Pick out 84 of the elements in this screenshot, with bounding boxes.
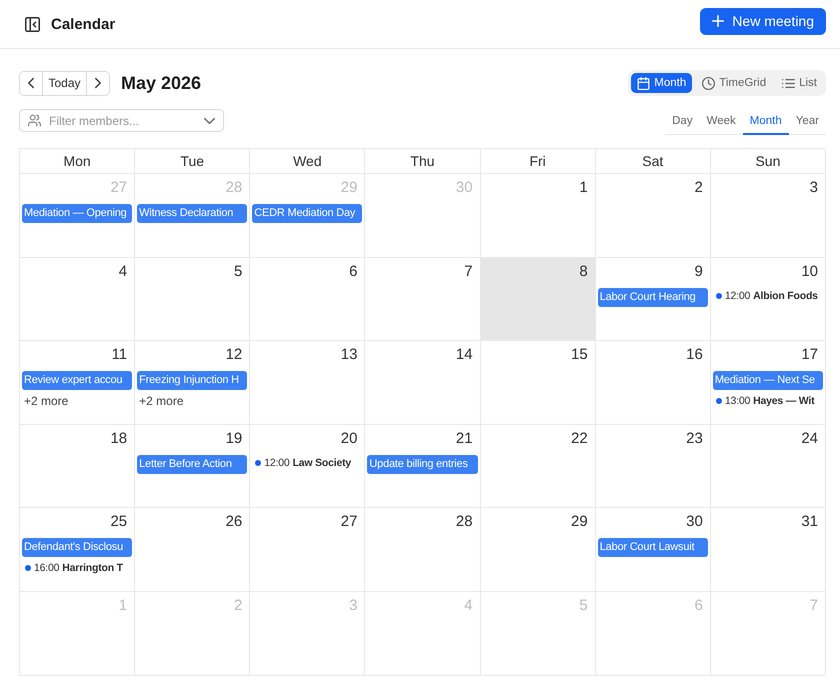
dot-icon: [25, 565, 31, 572]
day-number: 28: [226, 178, 242, 198]
day-number: 22: [571, 428, 588, 449]
today-button[interactable]: Today: [42, 72, 87, 94]
event-item[interactable]: 12:00 Albion Foods: [712, 288, 818, 304]
day-number: 30: [456, 178, 473, 198]
day-number: 2: [234, 596, 242, 616]
event-bar[interactable]: Update billing entries: [367, 454, 478, 474]
day-number: 20: [340, 428, 358, 449]
calendar-icon: [637, 76, 650, 90]
event-bar[interactable]: Mediation — Next Se: [712, 371, 823, 390]
view-tab[interactable]: Week: [700, 109, 743, 135]
day-number: 11: [112, 345, 128, 366]
dot-icon: [716, 292, 722, 299]
day-number: 7: [464, 262, 473, 282]
day-number: 17: [801, 345, 818, 366]
day-number: 4: [464, 596, 473, 616]
chevron-down-icon: [204, 117, 215, 125]
day-number: 12: [226, 345, 242, 366]
day-number: 19: [226, 428, 242, 449]
event-bar[interactable]: Witness Declaration: [137, 204, 248, 223]
day-number: 1: [118, 596, 128, 616]
day-number: 16: [686, 345, 703, 366]
view-tab[interactable]: Month: [742, 109, 789, 135]
day-number: 7: [810, 596, 818, 616]
day-number: 8: [579, 262, 588, 282]
event-bar[interactable]: Defendant's Disclosu: [22, 538, 132, 558]
chevron-left-icon: [27, 77, 35, 89]
day-number: 15: [571, 345, 588, 366]
day-number: 21: [456, 428, 473, 449]
event-item[interactable]: 12:00 Law Society: [252, 454, 352, 471]
day-number: 26: [226, 512, 242, 532]
view-option[interactable]: Month: [631, 73, 692, 93]
view-option[interactable]: TimeGrid: [696, 73, 772, 93]
sidebar-toggle-icon[interactable]: [25, 16, 40, 32]
day-number: 23: [686, 428, 703, 449]
event-bar[interactable]: Letter Before Action: [137, 454, 248, 474]
day-number: 27: [340, 512, 358, 532]
day-number: 4: [118, 262, 128, 282]
day-number: 24: [801, 428, 818, 449]
plus-icon: [712, 15, 724, 27]
event-item[interactable]: 16:00 Harrington T: [22, 560, 123, 576]
day-number: 5: [234, 262, 242, 282]
event-bar[interactable]: Labor Court Lawsuit: [598, 538, 708, 558]
day-number: 18: [110, 428, 128, 449]
dot-icon: [716, 398, 722, 404]
day-number: 28: [456, 512, 473, 532]
day-number: 3: [810, 178, 818, 198]
day-number: 31: [801, 512, 818, 532]
day-number: 6: [349, 262, 358, 282]
member-filter-field[interactable]: Filter members...: [19, 109, 224, 132]
event-bar[interactable]: Review expert accou: [22, 371, 132, 390]
view-tab[interactable]: Day: [665, 109, 700, 135]
chevron-right-icon: [94, 77, 102, 89]
day-number: 29: [571, 512, 588, 532]
day-number: 3: [349, 596, 358, 616]
day-number: 29: [340, 178, 358, 198]
list-icon: [782, 76, 796, 90]
day-number: 1: [579, 178, 588, 198]
day-number: 2: [694, 178, 703, 198]
day-number: 25: [110, 512, 128, 532]
more-link[interactable]: +2 more: [137, 393, 186, 410]
day-number: 6: [694, 596, 703, 616]
event-bar[interactable]: Labor Court Hearing: [598, 288, 708, 307]
day-number: 27: [110, 178, 128, 198]
more-link[interactable]: +2 more: [22, 393, 70, 410]
event-item[interactable]: 13:00 Hayes — Wit: [712, 393, 814, 410]
period-title: May 2026: [121, 72, 202, 94]
day-number: 13: [340, 345, 358, 366]
event-bar[interactable]: CEDR Mediation Day: [252, 204, 362, 223]
day-number: 9: [694, 262, 703, 282]
day-number: 30: [686, 512, 703, 532]
new-meeting-button[interactable]: New meeting: [700, 8, 826, 34]
day-number: 5: [579, 596, 588, 616]
event-bar[interactable]: Freezing Injunction H: [137, 371, 248, 390]
clock-icon: [702, 76, 716, 90]
page-title: Calendar: [51, 16, 116, 32]
dot-icon: [255, 460, 262, 466]
day-number: 10: [801, 262, 818, 282]
users-icon: [28, 114, 41, 127]
view-option[interactable]: List: [776, 73, 823, 93]
event-bar[interactable]: Mediation — Opening: [22, 204, 132, 223]
view-tab[interactable]: Year: [788, 109, 826, 135]
day-number: 14: [456, 345, 473, 366]
